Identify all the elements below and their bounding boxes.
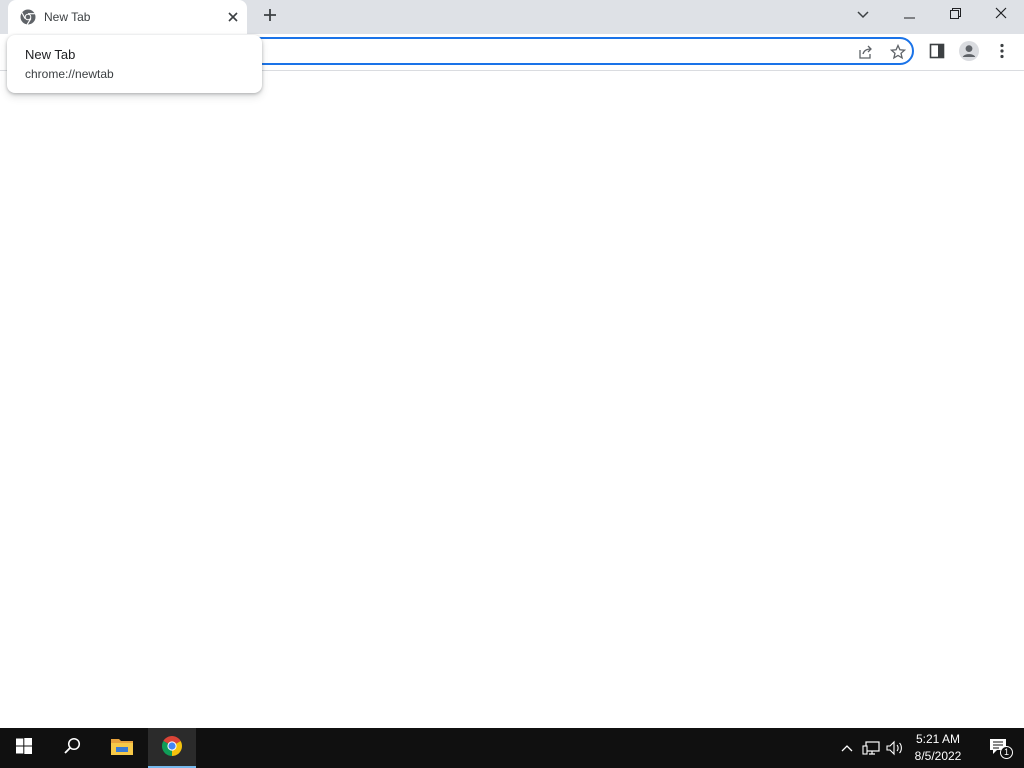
minimize-button[interactable] [886, 0, 932, 30]
file-explorer-button[interactable] [98, 728, 146, 768]
tab-hover-card: New Tab chrome://newtab [7, 35, 262, 93]
profile-icon[interactable] [959, 41, 979, 61]
restore-button[interactable] [932, 0, 978, 30]
taskbar: 5:21 AM 8/5/2022 1 [0, 728, 1024, 768]
close-icon [995, 6, 1007, 24]
chrome-taskbar-button[interactable] [148, 728, 196, 768]
system-clock[interactable]: 5:21 AM 8/5/2022 [906, 731, 970, 765]
side-panel-icon[interactable] [928, 42, 946, 60]
window-close-button[interactable] [978, 0, 1024, 30]
minimize-icon [903, 6, 915, 24]
file-explorer-icon [110, 736, 134, 761]
hover-card-title: New Tab [25, 47, 76, 62]
page-content [0, 71, 1024, 728]
action-center-button[interactable]: 1 [976, 728, 1024, 768]
search-icon [63, 737, 81, 760]
clock-time: 5:21 AM [915, 732, 961, 746]
volume-icon[interactable] [886, 740, 904, 756]
tab-title: New Tab [44, 10, 91, 24]
new-tab-button[interactable] [258, 6, 282, 28]
tab-search-button[interactable] [852, 6, 874, 24]
windows-start-icon [16, 737, 32, 759]
address-bar[interactable] [160, 37, 914, 65]
hover-card-url: chrome://newtab [25, 67, 114, 81]
close-icon[interactable] [224, 8, 242, 26]
star-icon[interactable] [890, 44, 906, 60]
chrome-icon [20, 9, 36, 25]
network-icon[interactable] [862, 740, 880, 756]
start-button[interactable] [0, 728, 48, 768]
plus-icon [263, 8, 277, 27]
taskbar-search-button[interactable] [48, 728, 96, 768]
tab-strip: New Tab [0, 0, 1024, 34]
kebab-menu-icon[interactable] [993, 42, 1011, 60]
restore-icon [949, 6, 961, 24]
chrome-icon [160, 734, 184, 763]
tab-new-tab[interactable]: New Tab [8, 0, 247, 34]
notification-count-badge: 1 [1000, 746, 1013, 759]
notification-icon: 1 [989, 738, 1013, 759]
chevron-down-icon [857, 6, 869, 24]
clock-date: 8/5/2022 [914, 749, 962, 763]
share-icon[interactable] [858, 44, 874, 60]
chevron-up-icon[interactable] [838, 740, 856, 756]
